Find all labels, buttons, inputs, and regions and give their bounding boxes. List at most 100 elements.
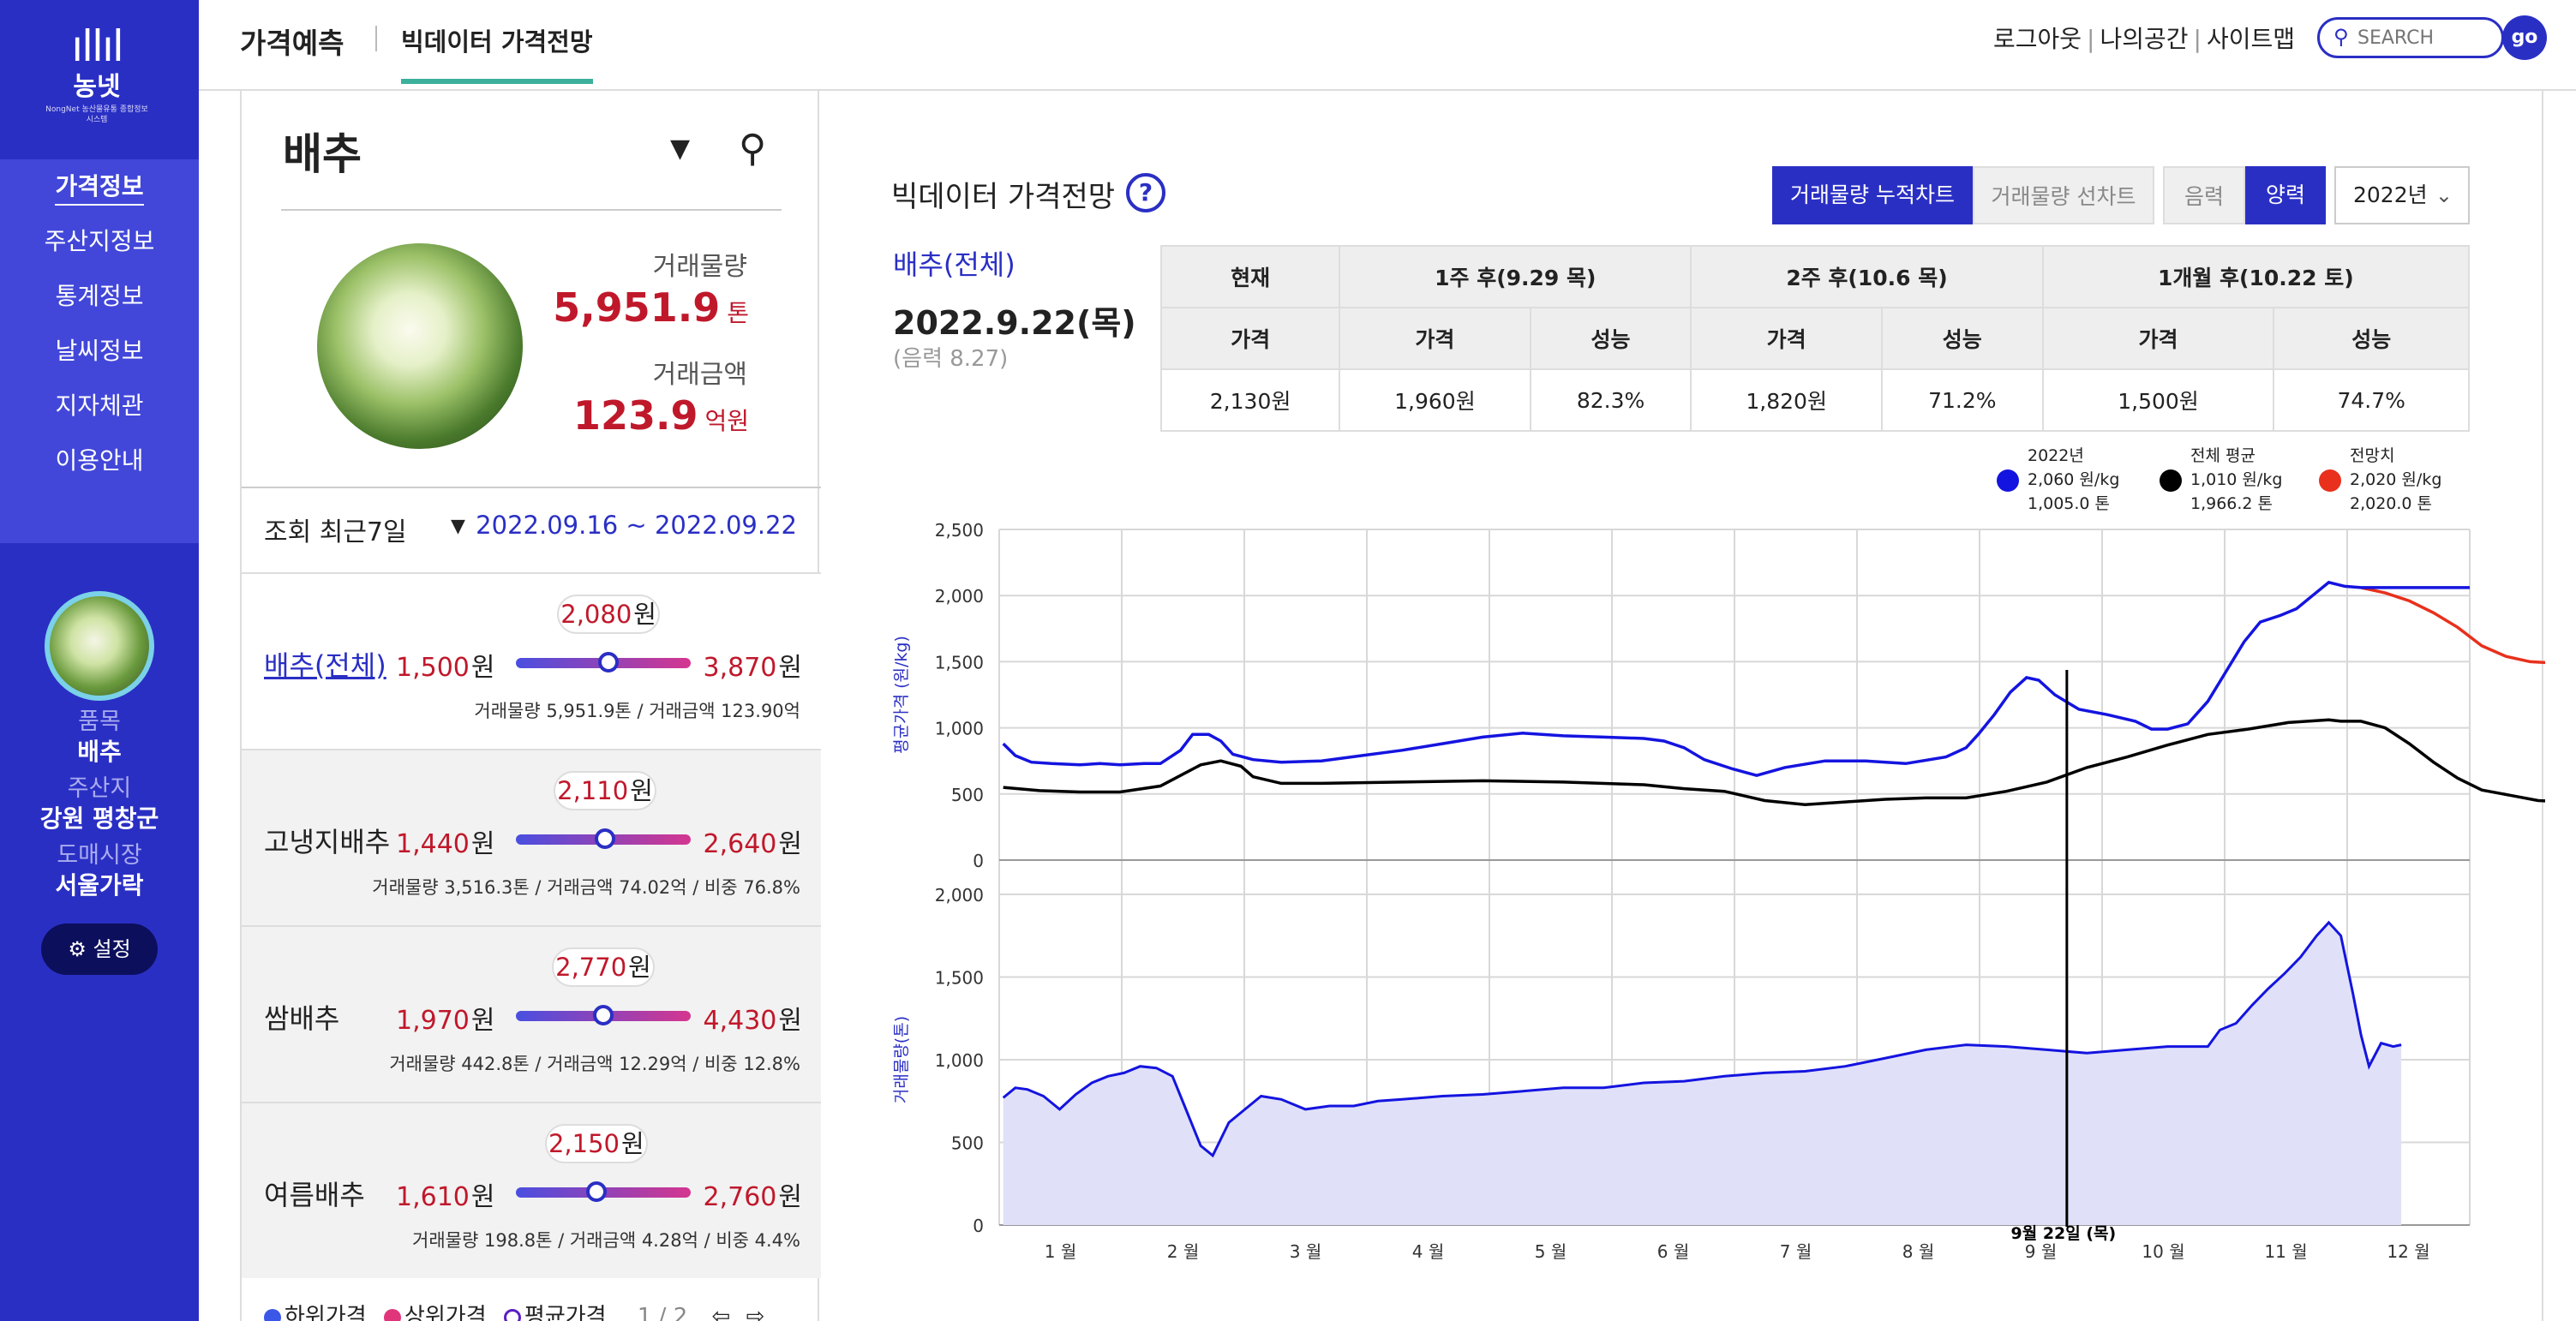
- low-price: 1,500원: [396, 646, 495, 684]
- variety-name[interactable]: 쌈배추: [264, 997, 339, 1037]
- logout-link[interactable]: 로그아웃: [1993, 25, 2082, 53]
- page-title: 가격예측: [240, 27, 344, 60]
- won-unit: 원: [470, 653, 495, 683]
- volume-number: 5,951.9: [553, 284, 721, 331]
- volume-label: 거래물량: [652, 252, 747, 282]
- menu-item-local-gov[interactable]: 지자체관: [0, 379, 199, 433]
- variety-name[interactable]: 배추(전체): [264, 644, 386, 684]
- amount-label: 거래금액: [652, 360, 747, 390]
- menu-item-label: 이용안내: [55, 446, 144, 475]
- low-price-value: 1,500: [396, 653, 470, 683]
- amount-number: 123.9: [572, 392, 698, 439]
- high-price-value: 2,760: [703, 1182, 777, 1212]
- tab-bigdata-forecast[interactable]: 빅데이터 가격전망: [401, 22, 593, 84]
- month-tick-label: 5 월: [1535, 1241, 1567, 1262]
- variety-name[interactable]: 여름배추: [264, 1174, 365, 1213]
- amount-unit: 억원: [704, 407, 749, 435]
- search-icon: ⚲: [2333, 25, 2349, 49]
- avg-price-value: 2,110: [557, 776, 629, 805]
- variety-name[interactable]: 고냉지배추: [264, 821, 390, 860]
- price-line-average: [1003, 718, 2545, 806]
- cabbage-image: [317, 243, 523, 449]
- volume-tick-label: 500: [951, 1133, 984, 1154]
- price-range-bar: 2,080원: [516, 595, 691, 672]
- won-unit: 원: [778, 1182, 802, 1212]
- logo[interactable]: ıllıl 농넷 NongNet 농산물유통 종합정보시스템: [45, 22, 149, 124]
- search-input[interactable]: [2357, 25, 2486, 51]
- next-arrow-icon[interactable]: ⇨: [746, 1304, 765, 1321]
- avg-price-value: 2,150: [548, 1129, 620, 1158]
- menu-item-label: 통계정보: [55, 282, 144, 310]
- menu-item-price-info[interactable]: 가격정보: [0, 159, 199, 214]
- low-price: 1,610원: [396, 1175, 495, 1213]
- menu-item-weather-info[interactable]: 날씨정보: [0, 324, 199, 379]
- menu-item-origin-info[interactable]: 주산지정보: [0, 214, 199, 269]
- page-indicator: 1 / 2: [637, 1304, 688, 1321]
- profile-market: 서울가락: [55, 871, 144, 900]
- won-unit: 원: [778, 829, 802, 859]
- price-tick-label: 1,000: [935, 719, 984, 739]
- app-root: ıllıl 농넷 NongNet 농산물유통 종합정보시스템 가격정보 주산지정…: [0, 0, 2576, 1321]
- won-unit: 원: [633, 600, 656, 629]
- month-tick-label: 11 월: [2264, 1241, 2307, 1262]
- main-menu: 가격정보 주산지정보 통계정보 날씨정보 지자체관 이용안내: [0, 159, 199, 543]
- menu-item-stats-info[interactable]: 통계정보: [0, 269, 199, 324]
- item-search-icon[interactable]: ⚲: [739, 127, 766, 170]
- low-price-value: 1,970: [396, 1006, 470, 1036]
- link-divider: |: [2193, 25, 2202, 53]
- won-unit: 원: [470, 829, 495, 859]
- go-button[interactable]: go: [2502, 15, 2547, 60]
- price-line-forecast: [2360, 586, 2545, 665]
- period-select[interactable]: 조회 최근7일: [264, 511, 407, 548]
- logo-sub: NongNet 농산물유통 종합정보시스템: [45, 105, 148, 124]
- variety-detail: 거래물량 442.8톤 / 거래금액 12.29억 / 비중 12.8%: [389, 1054, 800, 1074]
- low-price: 1,440원: [396, 822, 495, 860]
- item-dropdown-icon[interactable]: ▼: [670, 134, 690, 164]
- menu-item-label: 날씨정보: [55, 337, 144, 365]
- title-divider: [375, 26, 377, 51]
- legend-dot-low: [264, 1308, 281, 1321]
- volume-axis-label: 거래물량(톤): [892, 1016, 911, 1103]
- high-price: 3,870원: [704, 646, 803, 684]
- menu-item-guide[interactable]: 이용안내: [0, 433, 199, 488]
- variety-row[interactable]: 배추(전체) 1,500원 2,080원 3,870원 거래물량 5,951.9톤 / …: [242, 572, 821, 749]
- volume-tick-label: 2,000: [935, 885, 984, 906]
- variety-row[interactable]: 여름배추 1,610원 2,150원 2,760원 거래물량 198.8톤 / 거래금액…: [242, 1102, 821, 1278]
- volume-area-fill: [1003, 922, 2402, 1225]
- settings-button[interactable]: ⚙ 설정: [41, 924, 158, 975]
- variety-detail: 거래물량 3,516.3톤 / 거래금액 74.02억 / 비중 76.8%: [372, 877, 800, 898]
- legend-high: 상위가격: [404, 1304, 487, 1321]
- variety-row[interactable]: 고냉지배추 1,440원 2,110원 2,640원 거래물량 3,516.3톤 / 거…: [242, 749, 821, 925]
- prev-arrow-icon[interactable]: ⇦: [712, 1304, 731, 1321]
- link-divider: |: [2087, 25, 2095, 53]
- avg-price-knob: [595, 828, 616, 849]
- avg-price-bubble: 2,150원: [544, 1124, 648, 1163]
- my-space-link[interactable]: 나의공간: [2100, 25, 2188, 53]
- profile-item: 배추: [77, 738, 122, 766]
- volume-tick-label: 0: [973, 1216, 984, 1236]
- avg-price-knob: [593, 1005, 614, 1025]
- sitemap-link[interactable]: 사이트맵: [2207, 25, 2295, 53]
- month-tick-label: 2 월: [1167, 1241, 1199, 1262]
- profile-origin: 강원 평창군: [39, 804, 159, 833]
- avg-price-bubble: 2,770원: [552, 947, 655, 987]
- profile-panel: 품목 배추 주산지 강원 평창군 도매시장 서울가락 ⚙ 설정: [0, 591, 199, 975]
- gear-icon: ⚙: [68, 937, 87, 961]
- period-range: 2022.09.16 ~ 2022.09.22: [476, 511, 797, 540]
- item-name: 배추: [283, 129, 362, 179]
- high-price-value: 4,430: [703, 1006, 777, 1036]
- won-unit: 원: [470, 1182, 495, 1212]
- month-tick-label: 6 월: [1657, 1241, 1689, 1262]
- volume-tick-label: 1,500: [935, 968, 984, 989]
- avatar: [45, 591, 154, 701]
- chevron-down-icon[interactable]: ▼: [451, 516, 465, 537]
- price-axis-label: 평균가격 (원/kg): [892, 636, 911, 754]
- month-tick-label: 3 월: [1290, 1241, 1321, 1262]
- variety-detail: 거래물량 198.8톤 / 거래금액 4.28억 / 비중 4.4%: [412, 1230, 800, 1251]
- month-tick-label: 1 월: [1045, 1241, 1076, 1262]
- month-tick-label: 7 월: [1780, 1241, 1812, 1262]
- volume-unit: 톤: [727, 299, 749, 327]
- variety-row[interactable]: 쌈배추 1,970원 2,770원 4,430원 거래물량 442.8톤 / 거래금액 …: [242, 925, 821, 1102]
- avg-price-value: 2,080: [560, 600, 632, 629]
- amount-value: 123.9 억원: [573, 392, 749, 439]
